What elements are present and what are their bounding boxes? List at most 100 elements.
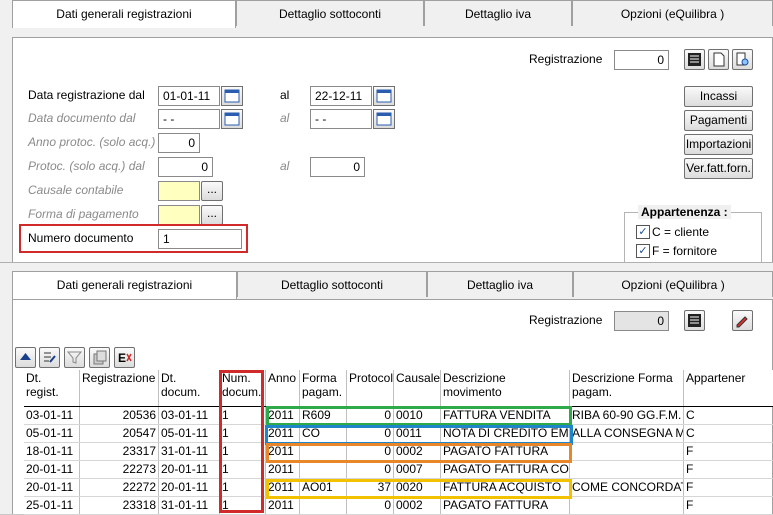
incassi-button[interactable]: Incassi (684, 86, 753, 107)
column-header[interactable]: Anno (266, 370, 300, 406)
anno-protocollo-field[interactable]: 0 (158, 133, 200, 153)
cell-descrizione-forma: RIBA 60-90 GG.F.M. (570, 407, 684, 424)
export-excel-icon[interactable]: E (114, 347, 135, 368)
registrazione-label: Registrazione (529, 313, 603, 327)
appartenenza-title: Appartenenza : (638, 205, 731, 219)
calendar-icon[interactable] (221, 109, 243, 129)
forma-pagamento-field[interactable] (158, 205, 200, 225)
column-header[interactable]: Appartener (684, 370, 773, 406)
cell-registrazione: 22273 (80, 461, 159, 478)
cell-descrizione-movimento: PAGATO FATTURA (441, 497, 570, 514)
column-header[interactable]: Forma pagam. (300, 370, 347, 406)
column-header[interactable]: Descrizione movimento (441, 370, 570, 406)
checkbox-cliente[interactable]: ✓ (636, 225, 650, 239)
cell-registrazione: 23317 (80, 443, 159, 460)
cell-dt-docum: 31-01-11 (159, 443, 220, 460)
al-label: al (280, 111, 290, 125)
cell-registrazione: 20536 (80, 407, 159, 424)
protocollo-label: Protoc. (solo acq.) dal (28, 159, 145, 173)
data-documento-al-field[interactable]: - - (310, 109, 372, 129)
column-header[interactable]: Protocol (347, 370, 394, 406)
data-registrazione-dal-field[interactable]: 01-01-11 (158, 86, 220, 106)
cell-descrizione-movimento: PAGATO FATTURA CO (443, 461, 570, 478)
al-label: al (280, 159, 290, 173)
tab-dettaglio-sottoconti[interactable]: Dettaglio sottoconti (237, 271, 427, 297)
report-icon[interactable] (684, 310, 705, 331)
search-document-icon[interactable] (732, 49, 753, 70)
cell-dt-regist: 20-01-11 (24, 479, 80, 496)
tab-dettaglio-sottoconti[interactable]: Dettaglio sottoconti (236, 0, 424, 26)
checkbox-fornitore[interactable]: ✓ (636, 244, 650, 258)
causale-lookup-button[interactable]: ... (201, 181, 223, 201)
cell-descrizione-forma (570, 497, 684, 514)
top-window: Dati generali registrazioni Dettaglio so… (0, 0, 773, 263)
cell-descrizione-forma: ALLA CONSEGNA M (572, 425, 684, 442)
cell-appartenenza: F (686, 462, 694, 476)
copy-icon[interactable] (89, 347, 110, 368)
protocollo-al-field[interactable]: 0 (310, 157, 365, 177)
cell-appartenenza: F (686, 498, 694, 512)
cell-registrazione: 23318 (80, 497, 159, 514)
calendar-icon[interactable] (221, 86, 243, 106)
cell-forma-pagam (300, 461, 347, 478)
column-header[interactable]: Dt. docum. (159, 370, 220, 406)
tab-dati-generali[interactable]: Dati generali registrazioni (12, 0, 236, 28)
tab-dettaglio-iva[interactable]: Dettaglio iva (427, 271, 573, 297)
cell-registrazione: 22272 (80, 479, 159, 496)
cell-dt-regist: 25-01-11 (24, 497, 80, 514)
checkbox-cliente-label: C = cliente (652, 225, 710, 239)
edit-list-icon[interactable] (39, 347, 60, 368)
column-header[interactable]: Dt. regist. (24, 370, 80, 406)
row-fattura-acquisto-highlight (266, 479, 572, 499)
cell-anno: 2011 (266, 497, 300, 514)
column-header[interactable]: Descrizione Forma pagam. (570, 370, 684, 406)
cell-dt-regist: 18-01-11 (24, 443, 80, 460)
edit-icon[interactable] (732, 310, 753, 331)
forma-lookup-button[interactable]: ... (201, 205, 223, 225)
cell-protocol: 0 (347, 497, 394, 514)
filter-icon[interactable] (64, 347, 85, 368)
cell-causale: 0002 (394, 497, 441, 514)
column-header[interactable]: Registrazione (80, 370, 159, 406)
data-documento-label: Data documento dal (28, 111, 136, 125)
calendar-icon[interactable] (373, 109, 395, 129)
sort-up-icon[interactable] (15, 347, 36, 368)
cell-appartenenza: F (686, 444, 694, 458)
registrazione-field: 0 (614, 311, 669, 331)
protocollo-dal-field[interactable]: 0 (158, 157, 213, 177)
causale-field[interactable] (158, 181, 200, 201)
cell-dt-regist: 20-01-11 (24, 461, 80, 478)
cell-dt-docum: 20-01-11 (159, 479, 220, 496)
registrazione-field[interactable]: 0 (614, 50, 669, 70)
importazioni-button[interactable]: Importazioni (684, 134, 753, 155)
tab-opzioni[interactable]: Opzioni (eQuilibra ) (572, 0, 773, 26)
cell-registrazione: 20547 (80, 425, 159, 442)
new-document-icon[interactable] (708, 49, 729, 70)
report-icon[interactable] (684, 49, 705, 70)
al-label: al (280, 88, 290, 102)
tab-dati-generali[interactable]: Dati generali registrazioni (12, 271, 237, 299)
table-row[interactable]: 20-01-11 22273 20-01-11 1 2011 0 0007 PA… (24, 461, 773, 479)
cell-descrizione-forma: COME CONCORDAT (572, 479, 684, 496)
cell-dt-docum: 31-01-11 (159, 497, 220, 514)
cell-descrizione-forma (570, 443, 684, 460)
row-nota-credito-highlight (265, 425, 573, 445)
pagamenti-button[interactable]: Pagamenti (684, 110, 753, 131)
tab-dettaglio-iva[interactable]: Dettaglio iva (424, 0, 572, 26)
cell-appartenenza: C (686, 408, 695, 422)
cell-dt-docum: 20-01-11 (159, 461, 220, 478)
calendar-icon[interactable] (373, 86, 395, 106)
registrazione-label: Registrazione (529, 52, 603, 66)
causale-label: Causale contabile (28, 183, 124, 197)
numero-documento-highlight (19, 224, 248, 253)
num-docum-column-highlight (219, 370, 264, 513)
table-row[interactable]: 25-01-11 23318 31-01-11 1 2011 0 0002 PA… (24, 497, 773, 515)
ver-fatt-forn-button[interactable]: Ver.fatt.forn. (684, 158, 753, 179)
column-header[interactable]: Causale (394, 370, 441, 406)
forma-pagamento-label: Forma di pagamento (28, 207, 139, 221)
data-registrazione-al-field[interactable]: 22-12-11 (310, 86, 372, 106)
tab-opzioni[interactable]: Opzioni (eQuilibra ) (573, 271, 773, 297)
data-documento-dal-field[interactable]: - - (158, 109, 220, 129)
data-registrazione-label: Data registrazione dal (28, 88, 145, 102)
cell-dt-docum: 03-01-11 (159, 407, 220, 424)
